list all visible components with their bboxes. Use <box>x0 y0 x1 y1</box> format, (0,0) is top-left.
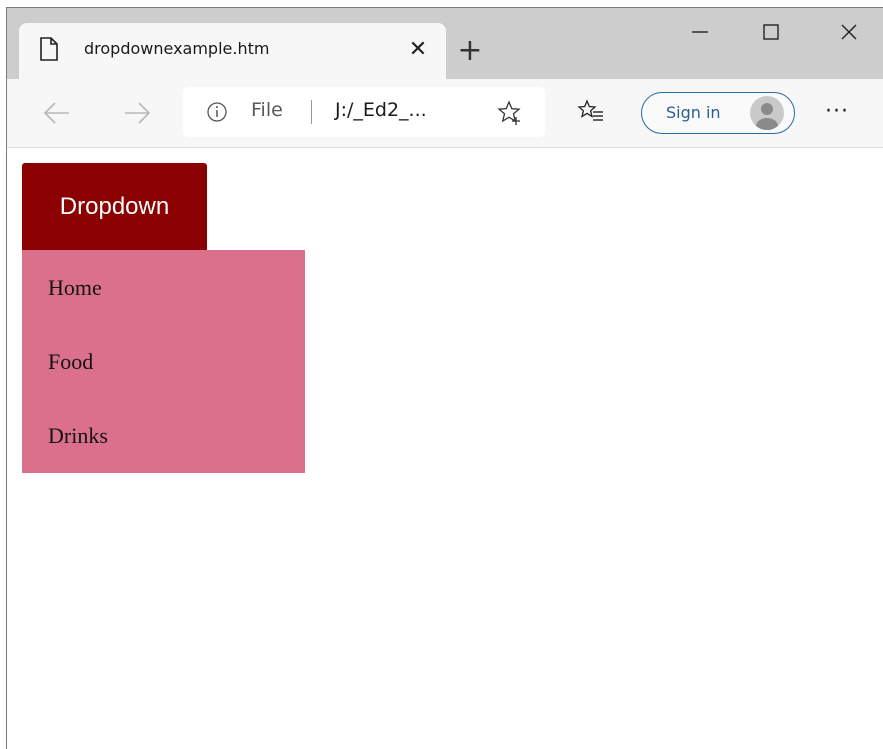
info-icon[interactable] <box>205 100 229 128</box>
browser-toolbar: File J:/_Ed2_... Sign in ··· <box>7 79 883 148</box>
arrow-left-icon <box>43 102 69 124</box>
arrow-right-icon <box>125 102 151 124</box>
url-text[interactable]: J:/_Ed2_... <box>335 99 427 121</box>
tab-title: dropdownexample.htm <box>84 39 270 58</box>
sign-in-label: Sign in <box>666 103 721 122</box>
add-favorite-star-icon[interactable] <box>497 100 523 130</box>
maximize-button[interactable] <box>743 8 799 60</box>
browser-window: dropdownexample.htm ✕ + File J:/_Ed2_...… <box>6 7 883 749</box>
person-icon <box>756 103 778 130</box>
maximize-icon <box>763 24 779 40</box>
favorites-icon[interactable] <box>577 99 605 129</box>
tab-dropdownexample[interactable]: dropdownexample.htm ✕ <box>19 23 446 80</box>
close-icon <box>841 24 857 40</box>
dropdown-menu: Home Food Drinks <box>22 250 305 473</box>
address-bar[interactable]: File J:/_Ed2_... <box>183 87 545 137</box>
dropdown-button[interactable]: Dropdown <box>22 163 207 250</box>
sign-in-button[interactable]: Sign in <box>641 92 795 134</box>
forward-button[interactable] <box>117 95 157 131</box>
new-tab-button[interactable]: + <box>453 36 487 70</box>
menu-item-food[interactable]: Food <box>48 349 93 375</box>
menu-item-home[interactable]: Home <box>48 275 102 301</box>
document-icon <box>39 37 59 61</box>
minimize-icon <box>692 31 708 33</box>
avatar <box>750 96 784 130</box>
tab-close-button[interactable]: ✕ <box>403 35 433 65</box>
page-content: Dropdown Home Food Drinks <box>7 148 883 749</box>
back-button[interactable] <box>37 95 77 131</box>
close-window-button[interactable] <box>821 8 877 60</box>
address-divider <box>311 100 312 124</box>
tab-strip: dropdownexample.htm ✕ + <box>7 8 883 80</box>
more-options-button[interactable]: ··· <box>825 99 849 124</box>
menu-item-drinks[interactable]: Drinks <box>48 423 108 449</box>
url-scheme: File <box>251 99 283 121</box>
minimize-button[interactable] <box>672 8 728 60</box>
